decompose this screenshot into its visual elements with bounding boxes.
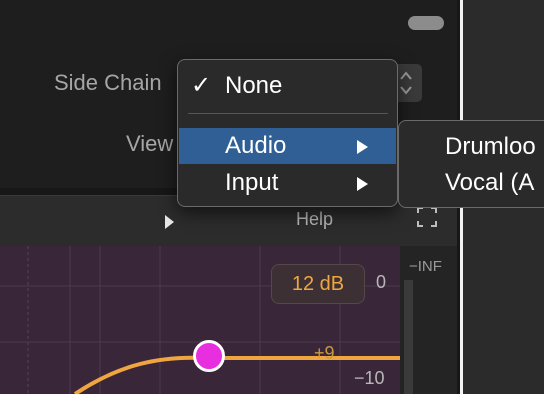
meter-peak-label: −INF: [409, 258, 442, 275]
side-chain-popup-menu: ✓ None Audio Input: [177, 59, 398, 207]
fullscreen-icon[interactable]: [417, 207, 437, 227]
window-pill-control[interactable]: [408, 16, 444, 30]
curve-gain-label: +9: [314, 343, 335, 363]
menu-item-label: None: [225, 72, 283, 99]
gain-range-button[interactable]: 12 dB: [271, 264, 365, 304]
menu-item-audio[interactable]: Audio: [179, 128, 396, 164]
menu-item-label: Input: [225, 169, 279, 196]
checkmark-icon: ✓: [191, 72, 212, 99]
eq-band-handle[interactable]: [193, 340, 225, 372]
meter-strip: [404, 280, 413, 394]
submenu-item-drumloop[interactable]: Drumloo: [445, 133, 536, 161]
scale-label-minus-10: −10: [354, 368, 385, 388]
submenu-arrow-icon: [357, 140, 368, 154]
submenu-arrow-icon: [357, 177, 368, 191]
play-icon[interactable]: [165, 215, 174, 229]
menu-separator: [188, 113, 388, 114]
menu-item-input[interactable]: Input: [179, 165, 396, 201]
menu-item-none[interactable]: ✓ None: [179, 68, 396, 104]
view-label: View: [126, 131, 174, 156]
submenu-item-vocal[interactable]: Vocal (A: [445, 169, 534, 197]
menu-item-label: Audio: [225, 132, 287, 159]
help-button[interactable]: Help: [296, 209, 333, 230]
scale-label-0: 0: [376, 272, 387, 292]
up-down-chevron-icon: [400, 71, 412, 95]
side-chain-label: Side Chain: [54, 70, 162, 95]
audio-submenu: Drumloo Vocal (A: [398, 120, 544, 208]
